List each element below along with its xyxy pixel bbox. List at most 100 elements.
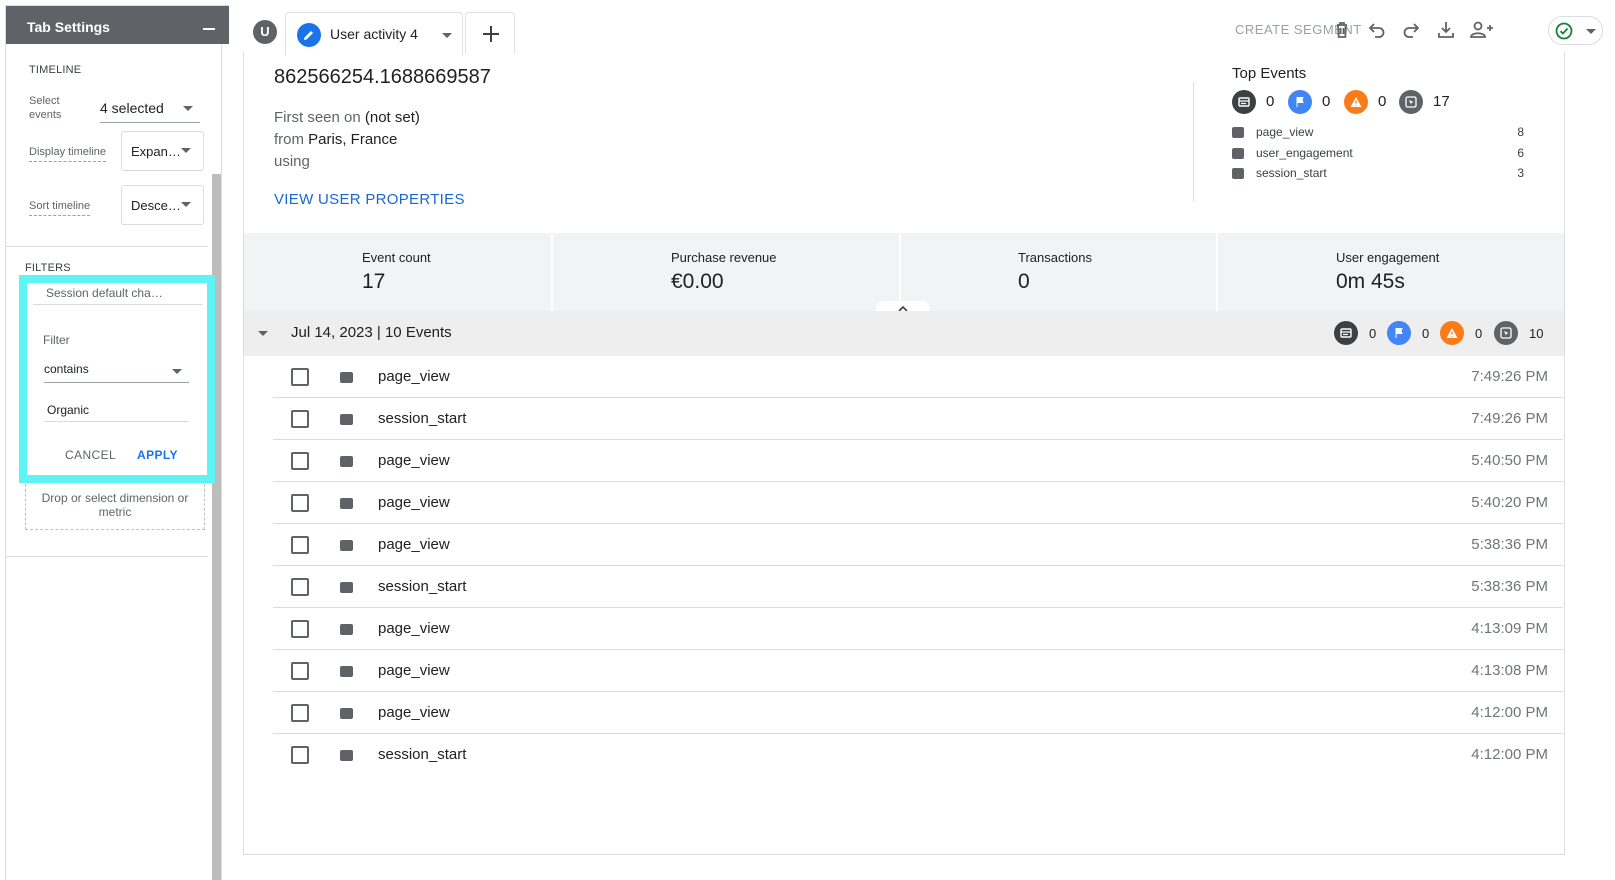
chevron-down-icon [172, 369, 182, 374]
chevron-down-icon [181, 148, 191, 153]
event-checkbox[interactable] [291, 578, 309, 596]
delete-icon[interactable] [1331, 19, 1353, 41]
badge-count: 10 [1529, 326, 1544, 341]
event-name: page_view [378, 662, 450, 679]
sort-timeline-value: Desce… [131, 198, 181, 213]
web-icon [1334, 321, 1358, 345]
badge-count: 0 [1378, 93, 1387, 110]
metric-value: 0 [1018, 270, 1030, 293]
divider [6, 246, 208, 247]
display-timeline-select[interactable]: Expan… [121, 131, 204, 171]
cursor-icon [340, 540, 353, 551]
pencil-icon[interactable] [297, 23, 321, 47]
metric-value: €0.00 [671, 270, 724, 293]
event-time: 5:38:36 PM [1471, 578, 1548, 595]
apply-button[interactable]: APPLY [137, 448, 178, 462]
status-check-button[interactable] [1548, 16, 1603, 45]
add-tab-button[interactable] [465, 12, 515, 54]
event-name: page_view [378, 494, 450, 511]
event-name: page_view [378, 452, 450, 469]
top-event-item: page_view 8 [1232, 125, 1524, 141]
event-time: 7:49:26 PM [1471, 410, 1548, 427]
event-name: session_start [378, 578, 467, 595]
chevron-down-icon [1586, 29, 1596, 34]
view-user-properties-link[interactable]: VIEW USER PROPERTIES [274, 191, 465, 208]
metric-transactions: Transactions 0 [901, 233, 1218, 311]
panel-title: Tab Settings [27, 19, 110, 35]
select-events-label: Select events [29, 95, 62, 121]
cursor-icon [1494, 321, 1518, 345]
redo-icon[interactable] [1400, 19, 1422, 41]
event-checkbox[interactable] [291, 662, 309, 680]
event-name: page_view [378, 368, 450, 385]
event-row[interactable]: page_view 4:12:00 PM [273, 692, 1563, 734]
share-users-icon[interactable] [1469, 19, 1495, 41]
event-name: page_view [378, 536, 450, 553]
avatar[interactable]: U [253, 20, 277, 44]
divider [6, 556, 208, 557]
display-timeline-label: Display timeline [29, 145, 107, 162]
event-time: 4:12:00 PM [1471, 704, 1548, 721]
cursor-icon [1232, 148, 1244, 159]
event-checkbox[interactable] [291, 368, 309, 386]
top-event-count: 6 [1517, 146, 1524, 160]
event-checkbox[interactable] [291, 536, 309, 554]
first-seen-line: First seen on (not set) [274, 109, 420, 126]
sort-timeline-select[interactable]: Desce… [121, 185, 204, 225]
event-time: 7:49:26 PM [1471, 368, 1548, 385]
event-row[interactable]: page_view 5:40:20 PM [273, 482, 1563, 524]
filter-dimension[interactable]: Session default cha… [33, 283, 203, 305]
day-title: Jul 14, 2023 | 10 Events [291, 324, 452, 341]
event-row[interactable]: page_view 7:49:26 PM [273, 356, 1563, 398]
chevron-down-icon[interactable] [258, 331, 268, 336]
event-checkbox[interactable] [291, 410, 309, 428]
warning-icon [1344, 90, 1368, 114]
undo-icon[interactable] [1366, 19, 1388, 41]
select-events-dropdown[interactable]: 4 selected [100, 100, 200, 123]
download-icon[interactable] [1435, 19, 1457, 41]
cursor-icon [340, 624, 353, 635]
event-checkbox[interactable] [291, 704, 309, 722]
event-row[interactable]: page_view 4:13:08 PM [273, 650, 1563, 692]
day-group-header[interactable]: Jul 14, 2023 | 10 Events 0 0 0 10 [244, 311, 1564, 356]
first-seen-value: (not set) [364, 109, 420, 126]
event-checkbox[interactable] [291, 746, 309, 764]
sort-timeline-label: Sort timeline [29, 199, 91, 216]
badge-count: 0 [1369, 326, 1377, 341]
event-row[interactable]: session_start 5:38:36 PM [273, 566, 1563, 608]
event-time: 5:40:20 PM [1471, 494, 1548, 511]
filter-label: Filter [43, 333, 70, 347]
event-row[interactable]: page_view 5:38:36 PM [273, 524, 1563, 566]
event-checkbox[interactable] [291, 452, 309, 470]
top-event-name: page_view [1256, 125, 1314, 139]
top-event-name: user_engagement [1256, 146, 1353, 160]
display-timeline-value: Expan… [131, 144, 181, 159]
event-row[interactable]: page_view 5:40:50 PM [273, 440, 1563, 482]
cursor-icon [340, 708, 353, 719]
event-name: session_start [378, 746, 467, 763]
tab-user-activity[interactable]: User activity 4 [285, 12, 463, 56]
chevron-down-icon[interactable] [442, 33, 452, 38]
tab-settings-panel: Tab Settings TIMELINE Select events 4 se… [5, 5, 229, 880]
event-checkbox[interactable] [291, 494, 309, 512]
minimize-icon[interactable] [203, 18, 215, 30]
chevron-down-icon [181, 202, 191, 207]
warning-icon [1440, 321, 1464, 345]
cursor-icon [340, 456, 353, 467]
event-row[interactable]: session_start 7:49:26 PM [273, 398, 1563, 440]
location-value: Paris, France [308, 131, 398, 148]
cursor-icon [340, 372, 353, 383]
panel-body: TIMELINE Select events 4 selected Displa… [6, 44, 222, 880]
cancel-button[interactable]: CANCEL [65, 448, 116, 462]
cursor-icon [340, 498, 353, 509]
drop-zone[interactable]: Drop or select dimension or metric [25, 484, 205, 530]
top-event-item: session_start 3 [1232, 166, 1524, 182]
metric-user-engagement: User engagement 0m 45s [1218, 233, 1564, 311]
filter-value-input[interactable]: Organic [44, 400, 189, 422]
timeline-section-title: TIMELINE [29, 64, 82, 76]
filter-match-type-select[interactable]: contains [44, 359, 189, 383]
flag-icon [1387, 321, 1411, 345]
event-row[interactable]: session_start 4:12:00 PM [273, 734, 1563, 776]
event-checkbox[interactable] [291, 620, 309, 638]
event-row[interactable]: page_view 4:13:09 PM [273, 608, 1563, 650]
